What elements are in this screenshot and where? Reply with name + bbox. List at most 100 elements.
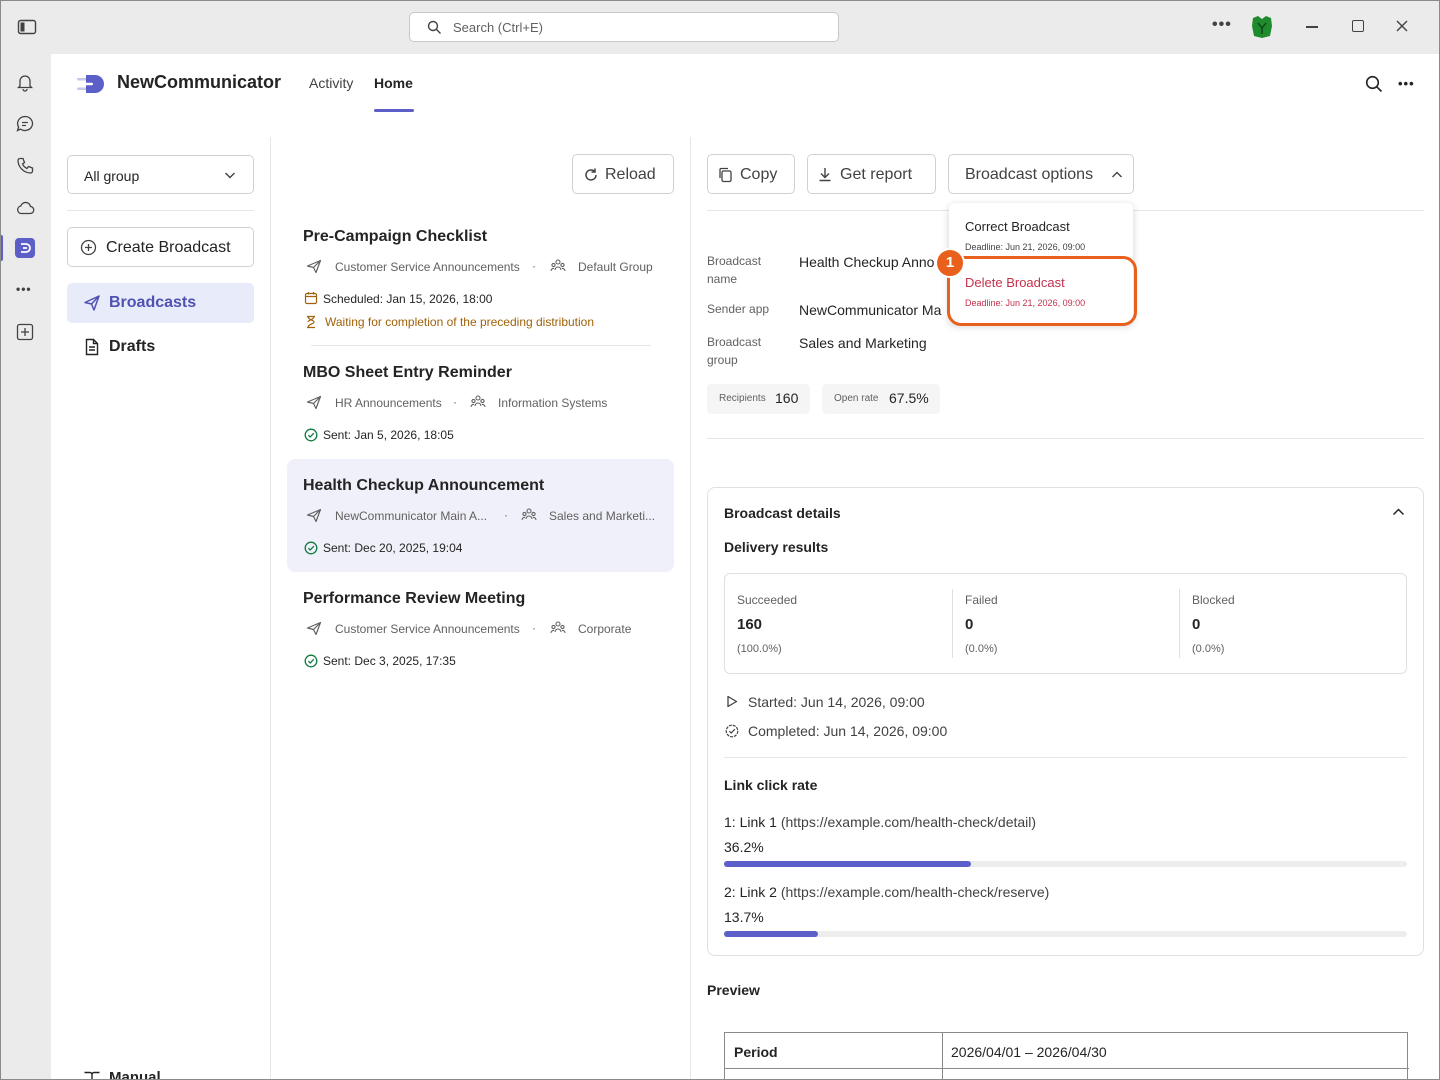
divider [724, 757, 1407, 758]
reload-button[interactable]: Reload [572, 154, 674, 194]
menu-item-correct-broadcast[interactable]: Correct Broadcast Deadline: Jun 21, 2026… [949, 209, 1133, 259]
separator-dot: · [532, 259, 536, 273]
blocked-count: 0 [1192, 616, 1201, 633]
get-report-button[interactable]: Get report [807, 154, 936, 194]
more-options-icon[interactable]: ••• [1398, 76, 1415, 91]
field-label: Broadcast group [707, 335, 762, 367]
more-apps-icon[interactable]: ••• [16, 282, 32, 296]
broadcast-group-value: Sales and Marketing [799, 335, 927, 351]
separator-dot: · [532, 621, 536, 635]
sidebar-item-broadcasts[interactable]: Broadcasts [67, 283, 254, 323]
sidebar-item-drafts[interactable]: Drafts [67, 327, 254, 367]
chevron-up-icon[interactable] [1392, 507, 1405, 517]
divider [1179, 589, 1180, 658]
field-label: Sender app [707, 302, 770, 316]
panel-title: Broadcast details [724, 505, 841, 521]
manual-link[interactable]: Manual [109, 1069, 161, 1080]
search-input[interactable]: Search (Ctrl+E) [409, 12, 839, 42]
sidebar-toggle-icon[interactable] [17, 18, 37, 36]
open-rate-chip: Open rate 67.5% [822, 384, 940, 414]
broadcast-options-label: Broadcast options [965, 166, 1094, 183]
close-icon[interactable] [1396, 20, 1408, 32]
link-1-label: 1: Link 1 (https://example.com/health-ch… [724, 814, 1037, 830]
divider [67, 210, 254, 211]
link-1-progress-fill [724, 861, 972, 867]
newcommunicator-app-icon[interactable] [15, 238, 35, 258]
link-2-progress-fill [724, 931, 818, 937]
bell-icon[interactable] [15, 72, 35, 92]
send-icon [306, 508, 322, 523]
menu-item-label: Correct Broadcast [965, 219, 1070, 234]
preview-title: Preview [707, 982, 760, 998]
field-label: Broadcast name [707, 254, 762, 286]
reload-label: Reload [605, 166, 656, 183]
link-click-rate-title: Link click rate [724, 777, 818, 793]
period-label: Period [734, 1044, 778, 1060]
sent-status: Sent: Jan 5, 2026, 18:05 [323, 428, 454, 442]
tab-active-underline [374, 109, 414, 112]
separator-dot: · [504, 508, 508, 522]
link-2-rate: 13.7% [724, 909, 764, 925]
get-report-label: Get report [840, 166, 913, 183]
copy-button[interactable]: Copy [707, 154, 795, 194]
send-icon [84, 295, 100, 311]
more-icon[interactable]: ••• [1212, 16, 1232, 34]
table-divider [942, 1033, 943, 1080]
warning-text: Waiting for completion of the preceding … [325, 315, 595, 329]
cloud-icon[interactable] [15, 198, 35, 218]
chevron-up-icon [1112, 171, 1122, 178]
tab-activity[interactable]: Activity [309, 75, 353, 91]
sender-app: NewCommunicator Main A... [335, 509, 488, 523]
add-circle-icon [80, 239, 97, 256]
link-1-progress-track [724, 861, 1407, 867]
open-rate-label: Open rate [834, 393, 879, 404]
link-2-label: 2: Link 2 (https://example.com/health-ch… [724, 884, 1050, 900]
callout-number-badge: 1 [935, 248, 965, 278]
broadcast-title: Pre-Campaign Checklist [303, 228, 488, 245]
column-divider [270, 137, 271, 1080]
check-circle-icon [304, 428, 318, 442]
link-1-rate: 36.2% [724, 839, 764, 855]
schedule-status: Scheduled: Jan 15, 2026, 18:00 [323, 292, 493, 306]
search-icon [427, 20, 441, 34]
broadcast-name-value: Health Checkup Anno [799, 254, 935, 270]
column-divider [690, 137, 691, 1080]
chat-icon[interactable] [15, 114, 35, 134]
tab-home[interactable]: Home [374, 75, 413, 91]
send-icon [306, 621, 322, 636]
failed-count: 0 [965, 616, 974, 633]
broadcast-group: Information Systems [498, 396, 608, 410]
add-app-icon[interactable] [15, 322, 35, 342]
avatar[interactable] [1250, 14, 1274, 40]
people-icon [521, 508, 537, 521]
menu-item-deadline: Deadline: Jun 21, 2026, 09:00 [965, 242, 1086, 252]
people-icon [470, 395, 486, 408]
maximize-icon[interactable] [1352, 20, 1364, 32]
completed-row: Completed: Jun 14, 2026, 09:00 [748, 723, 948, 739]
started-row: Started: Jun 14, 2026, 09:00 [748, 694, 925, 710]
broadcast-options-button[interactable]: Broadcast options [948, 154, 1134, 194]
broadcast-title: MBO Sheet Entry Reminder [303, 364, 512, 381]
period-value: 2026/04/01 – 2026/04/30 [951, 1044, 1107, 1060]
succeeded-label: Succeeded [737, 593, 798, 607]
sender-app: HR Announcements [335, 396, 442, 410]
phone-icon[interactable] [15, 156, 35, 176]
check-badge-icon [725, 724, 739, 738]
broadcast-group: Sales and Marketi... [549, 509, 656, 523]
separator-dot: · [453, 395, 457, 409]
broadcast-title: Performance Review Meeting [303, 590, 526, 607]
people-icon [550, 621, 566, 634]
minimize-icon[interactable] [1306, 26, 1318, 28]
search-icon[interactable] [1365, 75, 1383, 93]
group-select[interactable]: All group [67, 155, 254, 194]
hourglass-icon [307, 315, 315, 329]
rail-active-indicator [0, 235, 3, 261]
failed-percent: (0.0%) [965, 643, 998, 655]
people-icon [550, 259, 566, 272]
app-rail: ••• [0, 54, 51, 1080]
title-bar: Search (Ctrl+E) ••• [0, 0, 1440, 54]
divider [707, 438, 1424, 439]
create-broadcast-button[interactable]: Create Broadcast [67, 227, 254, 267]
divider [952, 589, 953, 658]
app-title: NewCommunicator [117, 72, 282, 92]
